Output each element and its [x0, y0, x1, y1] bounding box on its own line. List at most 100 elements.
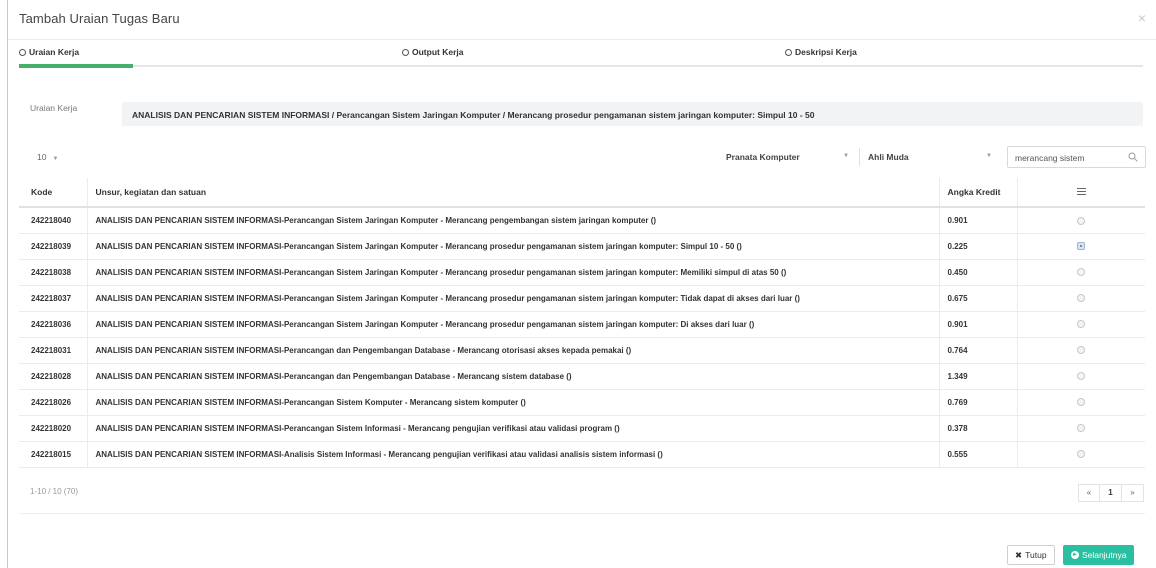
cell-select: [1017, 363, 1145, 390]
menu-icon[interactable]: [1076, 186, 1086, 197]
prev-page-button[interactable]: «: [1078, 484, 1100, 502]
row-select-radio[interactable]: [1077, 424, 1086, 433]
col-kode[interactable]: Kode: [19, 178, 88, 208]
row-select-radio[interactable]: [1077, 372, 1086, 381]
cell-select: [1017, 233, 1145, 260]
cell-unsur: ANALISIS DAN PENCARIAN SISTEM INFORMASI-…: [87, 415, 940, 442]
cell-kode: 242218020: [19, 415, 88, 442]
table-row[interactable]: 242218020 ANALISIS DAN PENCARIAN SISTEM I…: [19, 415, 1145, 442]
cell-unsur: ANALISIS DAN PENCARIAN SISTEM INFORMASI-…: [87, 363, 940, 390]
page-size-select[interactable]: 10 ▼: [30, 148, 76, 166]
next-button[interactable]: ► Selanjutnya: [1063, 545, 1135, 565]
close-button-label: Tutup: [1025, 550, 1047, 560]
cell-kode: 242218015: [19, 441, 88, 468]
search-icon[interactable]: [1128, 152, 1138, 162]
uraian-kerja-row: Uraian Kerja ANALISIS DAN PENCARIAN SIST…: [19, 102, 1143, 126]
col-angka-kredit[interactable]: Angka Kredit: [939, 178, 1018, 208]
step-radio-icon: [402, 48, 409, 56]
table-row[interactable]: 242218026 ANALISIS DAN PENCARIAN SISTEM I…: [19, 389, 1145, 416]
cell-angka-kredit: 0.769: [939, 389, 1018, 416]
cell-angka-kredit: 0.378: [939, 415, 1018, 442]
cell-kode: 242218026: [19, 389, 88, 416]
wizard-steps: Uraian Kerja Output Kerja Deskripsi Kerj…: [8, 40, 1143, 68]
row-select-radio[interactable]: [1077, 294, 1086, 303]
row-select-radio[interactable]: [1077, 242, 1086, 251]
jenjang-value: Ahli Muda: [868, 152, 909, 162]
row-select-radio[interactable]: [1077, 346, 1086, 355]
step-output-kerja[interactable]: Output Kerja: [402, 47, 463, 57]
chevron-down-icon: ▼: [986, 153, 992, 159]
activity-table: Kode Unsur, kegiatan dan satuan Angka Kr…: [19, 178, 1145, 468]
cell-kode: 242218037: [19, 285, 88, 312]
pagination: « 1 »: [1078, 484, 1144, 502]
arrow-right-icon: ►: [1071, 551, 1079, 559]
uraian-kerja-value: ANALISIS DAN PENCARIAN SISTEM INFORMASI …: [132, 110, 815, 120]
next-button-label: Selanjutnya: [1082, 550, 1127, 560]
step-progress-bar: [19, 64, 133, 68]
table-row[interactable]: 242218037 ANALISIS DAN PENCARIAN SISTEM I…: [19, 285, 1145, 312]
uraian-kerja-value-box: ANALISIS DAN PENCARIAN SISTEM INFORMASI …: [122, 102, 1143, 126]
table-row[interactable]: 242218031 ANALISIS DAN PENCARIAN SISTEM I…: [19, 337, 1145, 364]
cell-select: [1017, 389, 1145, 416]
close-icon[interactable]: ×: [1138, 11, 1146, 25]
chevron-down-icon: ▼: [52, 156, 59, 162]
row-select-radio[interactable]: [1077, 398, 1086, 407]
step-label: Uraian Kerja: [29, 47, 80, 57]
search-input[interactable]: merancang sistem: [1007, 146, 1146, 168]
step-radio-icon: [19, 48, 26, 56]
cell-unsur: ANALISIS DAN PENCARIAN SISTEM INFORMASI-…: [87, 233, 940, 260]
table-row[interactable]: 242218038 ANALISIS DAN PENCARIAN SISTEM I…: [19, 259, 1145, 286]
col-unsur[interactable]: Unsur, kegiatan dan satuan: [87, 178, 940, 208]
row-select-radio[interactable]: [1077, 450, 1086, 459]
cell-kode: 242218040: [19, 207, 88, 234]
cell-select: [1017, 207, 1145, 234]
cell-unsur: ANALISIS DAN PENCARIAN SISTEM INFORMASI-…: [87, 285, 940, 312]
row-select-radio[interactable]: [1077, 320, 1086, 329]
table-header-row: Kode Unsur, kegiatan dan satuan Angka Kr…: [19, 178, 1145, 208]
page-button-current[interactable]: 1: [1100, 484, 1122, 502]
jenjang-select[interactable]: Ahli Muda ▼: [860, 148, 1002, 166]
jabatan-value: Pranata Komputer: [726, 152, 800, 162]
uraian-kerja-label: Uraian Kerja: [30, 103, 78, 113]
close-button[interactable]: ✖ Tutup: [1007, 545, 1055, 565]
cell-select: [1017, 285, 1145, 312]
row-select-radio[interactable]: [1077, 216, 1086, 225]
cell-kode: 242218031: [19, 337, 88, 364]
cell-angka-kredit: 0.764: [939, 337, 1018, 364]
cell-unsur: ANALISIS DAN PENCARIAN SISTEM INFORMASI-…: [87, 441, 940, 468]
cell-select: [1017, 441, 1145, 468]
next-page-button[interactable]: »: [1122, 484, 1144, 502]
add-task-modal: Tambah Uraian Tugas Baru × Uraian Kerja …: [8, 0, 1156, 568]
step-uraian-kerja[interactable]: Uraian Kerja: [19, 47, 79, 57]
table-row[interactable]: 242218028 ANALISIS DAN PENCARIAN SISTEM I…: [19, 363, 1145, 390]
footer-divider: [19, 513, 1145, 514]
cell-angka-kredit: 0.225: [939, 233, 1018, 260]
cell-kode: 242218036: [19, 311, 88, 338]
cell-kode: 242218028: [19, 363, 88, 390]
search-value: merancang sistem: [1015, 153, 1085, 163]
cell-select: [1017, 337, 1145, 364]
cell-kode: 242218038: [19, 259, 88, 286]
pagination-summary: 1-10 / 10 (70): [30, 487, 79, 496]
cell-angka-kredit: 0.901: [939, 311, 1018, 338]
table-row[interactable]: 242218036 ANALISIS DAN PENCARIAN SISTEM I…: [19, 311, 1145, 338]
modal-header: Tambah Uraian Tugas Baru ×: [8, 0, 1156, 40]
step-label: Output Kerja: [412, 47, 464, 57]
col-select[interactable]: [1017, 178, 1145, 208]
step-deskripsi-kerja[interactable]: Deskripsi Kerja: [785, 47, 857, 57]
cell-unsur: ANALISIS DAN PENCARIAN SISTEM INFORMASI-…: [87, 207, 940, 234]
cell-select: [1017, 311, 1145, 338]
cell-select: [1017, 415, 1145, 442]
step-radio-icon: [785, 48, 792, 56]
cell-select: [1017, 259, 1145, 286]
cell-angka-kredit: 0.555: [939, 441, 1018, 468]
cell-unsur: ANALISIS DAN PENCARIAN SISTEM INFORMASI-…: [87, 311, 940, 338]
cell-unsur: ANALISIS DAN PENCARIAN SISTEM INFORMASI-…: [87, 259, 940, 286]
cell-angka-kredit: 0.901: [939, 207, 1018, 234]
chevron-down-icon: ▼: [843, 153, 849, 159]
table-row[interactable]: 242218040 ANALISIS DAN PENCARIAN SISTEM I…: [19, 207, 1145, 234]
jabatan-select[interactable]: Pranata Komputer ▼: [718, 148, 860, 166]
row-select-radio[interactable]: [1077, 268, 1086, 277]
table-row[interactable]: 242218015 ANALISIS DAN PENCARIAN SISTEM I…: [19, 441, 1145, 468]
table-row[interactable]: 242218039 ANALISIS DAN PENCARIAN SISTEM I…: [19, 233, 1145, 260]
